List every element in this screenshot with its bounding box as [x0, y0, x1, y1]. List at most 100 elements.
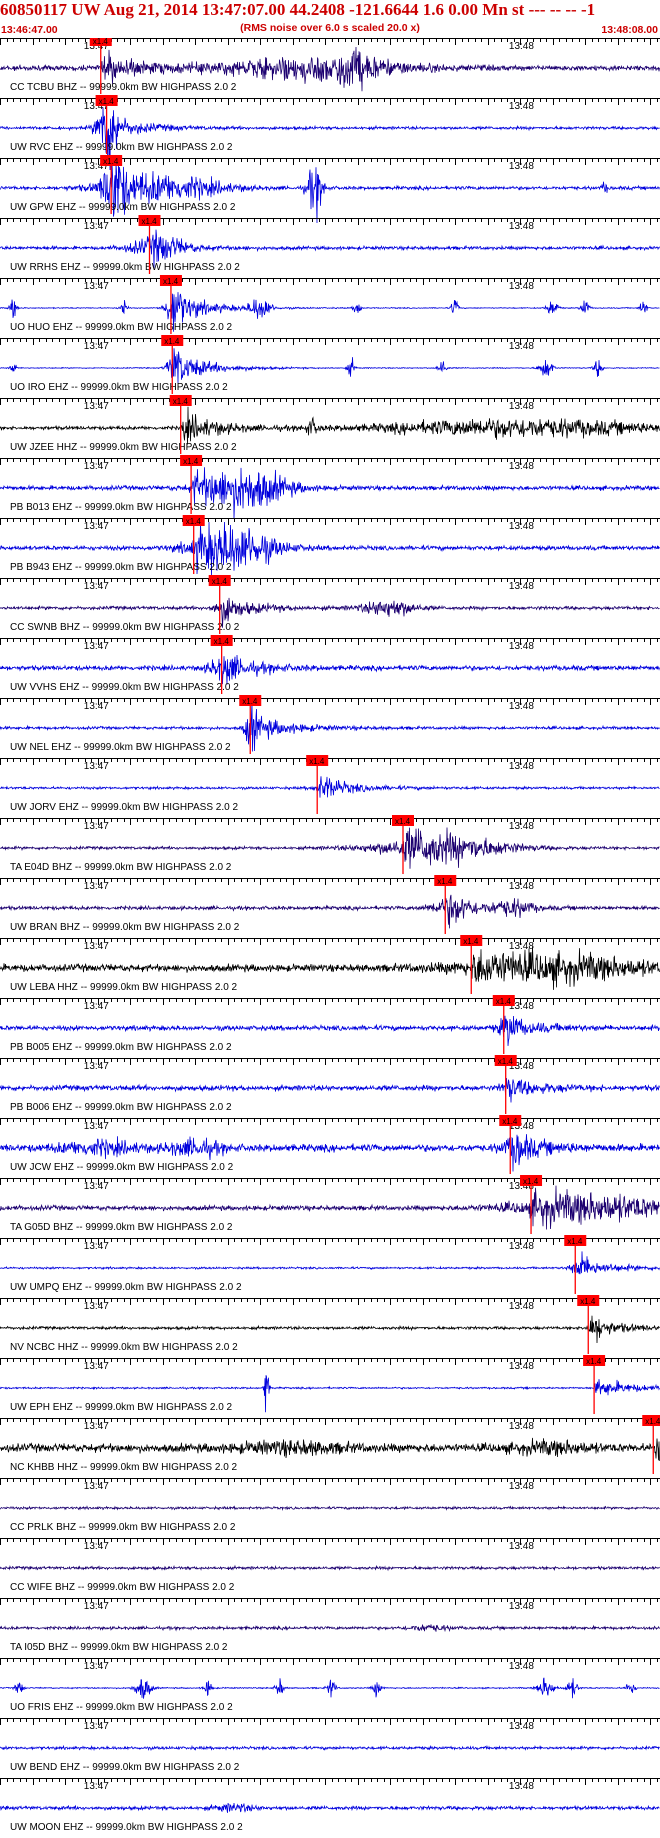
minute-tick-label: 13:48 — [509, 41, 534, 52]
pick-label: x1.4 — [645, 1417, 660, 1426]
pick-label: x1.4 — [173, 397, 189, 406]
seismogram-plot: 13:47 13:48 CC TCBU BHZ -- 99999.0km BW HI… — [0, 38, 660, 1833]
waveform-line — [0, 406, 660, 445]
minute-tick-label: 13:48 — [509, 341, 534, 352]
minute-tick-label: 13:48 — [509, 821, 534, 832]
trace-row: 13:47 13:48 UW LEBA HHZ -- 99999.0km BW HI… — [0, 935, 660, 994]
start-time: 13:46:47.00 — [1, 24, 58, 36]
waveform-line — [0, 1437, 660, 1461]
trace-row: 13:47 13:48 UW JORV EHZ -- 99999.0km BW HI… — [0, 755, 660, 814]
minute-tick-label: 13:47 — [84, 761, 109, 772]
pick-label: x1.4 — [186, 517, 202, 526]
trace-row: 13:47 13:48 UW UMPQ EHZ -- 99999.0km BW HI… — [0, 1235, 660, 1294]
minute-tick-label: 13:48 — [509, 1541, 534, 1552]
trace-row: 13:47 13:48PB B005 EHZ -- 99999.0km BW HI… — [0, 995, 660, 1054]
waveform-line — [0, 1624, 660, 1633]
pick-label: x1.4 — [164, 337, 180, 346]
minute-tick-label: 13:48 — [509, 641, 534, 652]
pick-label: x1.4 — [580, 1297, 596, 1306]
waveform-line — [0, 776, 660, 798]
trace-row: 13:47 13:48 CC SWNB BHZ -- 99999.0km BW HI… — [0, 575, 660, 634]
scaling-note: (RMS noise over 6.0 s scaled 20.0 x) — [240, 22, 420, 34]
minute-tick-label: 13:47 — [84, 701, 109, 712]
channel-label: UW NEL EHZ -- 99999.0km BW HIGHPASS 2.0 … — [10, 742, 231, 753]
trace-row: 13:47 13:48 UO IRO EHZ -- 99999.0km BW HIG… — [0, 335, 660, 394]
waveform-line — [0, 1677, 660, 1699]
minute-tick-label: 13:47 — [84, 1301, 109, 1312]
minute-tick-label: 13:48 — [509, 581, 534, 592]
waveform-line — [0, 348, 660, 384]
pick-label: x1.4 — [437, 877, 453, 886]
channel-label: CC SWNB BHZ -- 99999.0km BW HIGHPASS 2.0… — [10, 622, 240, 633]
minute-tick-label: 13:47 — [84, 1661, 109, 1672]
channel-label: TA E04D BHZ -- 99999.0km BW HIGHPASS 2.0… — [10, 862, 232, 873]
minute-tick-label: 13:47 — [84, 881, 109, 892]
pick-label: x1.4 — [463, 937, 479, 946]
minute-tick-label: 13:48 — [509, 1421, 534, 1432]
trace-row: 13:47 13:48 UO FRIS EHZ -- 99999.0km BW HI… — [0, 1658, 660, 1713]
trace-row: 13:47 13:48PB B006 EHZ -- 99999.0km BW HI… — [0, 1055, 660, 1114]
pick-label: x1.4 — [496, 997, 512, 1006]
minute-tick-label: 13:48 — [509, 401, 534, 412]
minute-tick-label: 13:47 — [84, 341, 109, 352]
pick-label: x1.4 — [309, 757, 325, 766]
pick-label: x1.4 — [93, 38, 109, 46]
channel-label: UW UMPQ EHZ -- 99999.0km BW HIGHPASS 2.0… — [10, 1282, 242, 1293]
minute-tick-label: 13:48 — [509, 101, 534, 112]
pick-label: x1.4 — [586, 1357, 602, 1366]
trace-row: 13:47 13:48 TA I05D BHZ -- 99999.0km BW HI… — [0, 1598, 660, 1653]
trace-row: 13:47 13:48 TA E04D BHZ -- 99999.0km BW HI… — [0, 815, 660, 874]
channel-label: UW BEND EHZ -- 99999.0km BW HIGHPASS 2.0… — [10, 1762, 240, 1773]
pick-label: x1.4 — [163, 277, 179, 286]
pick-label: x1.4 — [99, 97, 115, 106]
waveform-line — [0, 654, 660, 685]
minute-tick-label: 13:48 — [509, 1241, 534, 1252]
trace-row: 13:47 13:48UW JCW EHZ -- 99999.0km BW HIG… — [0, 1115, 660, 1174]
channel-label: PB B005 EHZ -- 99999.0km BW HIGHPASS 2.0… — [10, 1042, 232, 1053]
trace-row: 13:47 13:48 UW EPH EHZ -- 99999.0km BW HIG… — [0, 1355, 660, 1414]
minute-tick-label: 13:47 — [84, 1121, 109, 1132]
trace-row: 13:47 13:48UW GPW EHZ -- 99999.0km BW HIG… — [0, 155, 660, 224]
minute-tick-label: 13:47 — [84, 1181, 109, 1192]
pick-label: x1.4 — [395, 817, 411, 826]
waveform-line — [0, 1315, 660, 1344]
minute-tick-label: 13:47 — [84, 641, 109, 652]
waveform-line — [0, 1744, 660, 1752]
channel-label: UW EPH EHZ -- 99999.0km BW HIGHPASS 2.0 … — [10, 1402, 233, 1413]
minute-tick-label: 13:47 — [84, 941, 109, 952]
minute-tick-label: 13:47 — [84, 221, 109, 232]
pick-label: x1.4 — [502, 1117, 518, 1126]
waveform-line — [0, 1251, 660, 1275]
minute-tick-label: 13:48 — [509, 701, 534, 712]
trace-row: 13:47 13:48 PB B013 EHZ -- 99999.0km BW HI… — [0, 455, 660, 519]
trace-row: 13:47 13:48 UW RRHS EHZ -- 99999.0km BW HI… — [0, 215, 660, 274]
minute-tick-label: 13:48 — [509, 761, 534, 772]
minute-tick-label: 13:48 — [509, 881, 534, 892]
minute-tick-label: 13:47 — [84, 1241, 109, 1252]
channel-label: PB B943 EHZ -- 99999.0km BW HIGHPASS 2.0… — [10, 562, 232, 573]
minute-tick-label: 13:48 — [509, 521, 534, 532]
minute-tick-label: 13:47 — [84, 1421, 109, 1432]
channel-label: PB B006 EHZ -- 99999.0km BW HIGHPASS 2.0… — [10, 1102, 232, 1113]
channel-label: TA I05D BHZ -- 99999.0km BW HIGHPASS 2.0… — [10, 1642, 228, 1653]
pick-label: x1.4 — [498, 1057, 514, 1066]
minute-tick-label: 13:47 — [84, 1721, 109, 1732]
pick-label: x1.4 — [142, 217, 158, 226]
minute-tick-label: 13:47 — [84, 281, 109, 292]
channel-label: UO FRIS EHZ -- 99999.0km BW HIGHPASS 2.0… — [10, 1702, 233, 1713]
minute-tick-label: 13:48 — [509, 1601, 534, 1612]
minute-tick-label: 13:48 — [509, 1721, 534, 1732]
channel-label: CC PRLK BHZ -- 99999.0km BW HIGHPASS 2.0… — [10, 1522, 236, 1533]
minute-tick-label: 13:48 — [509, 1481, 534, 1492]
pick-label: x1.4 — [242, 697, 258, 706]
trace-row: 13:47 13:48 UW JZEE HHZ -- 99999.0km BW HI… — [0, 395, 660, 454]
waveform-line — [0, 1564, 660, 1572]
channel-label: UO HUO EHZ -- 99999.0km BW HIGHPASS 2.0 … — [10, 322, 233, 333]
channel-label: CC WIFE BHZ -- 99999.0km BW HIGHPASS 2.0… — [10, 1582, 235, 1593]
channel-label: TA G05D BHZ -- 99999.0km BW HIGHPASS 2.0… — [10, 1222, 233, 1233]
channel-label: UW JZEE HHZ -- 99999.0km BW HIGHPASS 2.0… — [10, 442, 237, 453]
minute-tick-label: 13:47 — [84, 1601, 109, 1612]
trace-row: 13:47 13:48 UW NEL EHZ -- 99999.0km BW HIG… — [0, 695, 660, 754]
minute-tick-label: 13:48 — [509, 221, 534, 232]
channel-label: NV NCBC HHZ -- 99999.0km BW HIGHPASS 2.0… — [10, 1342, 238, 1353]
